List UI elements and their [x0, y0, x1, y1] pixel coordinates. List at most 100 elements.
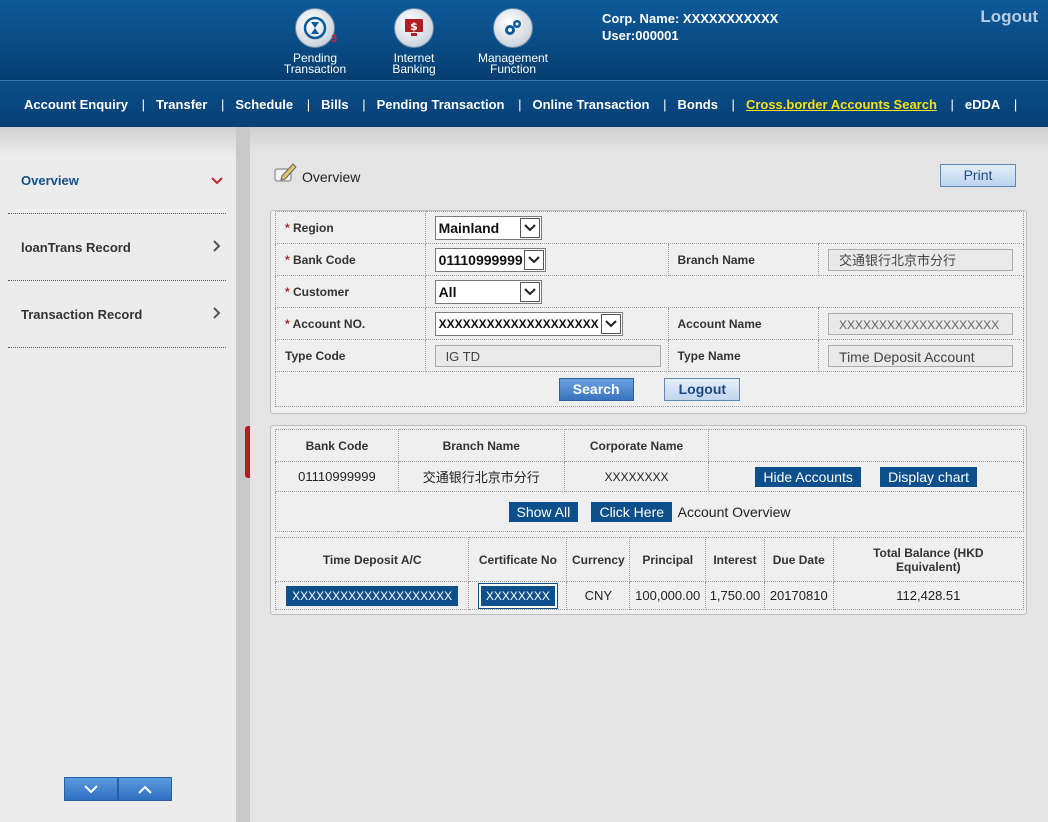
table-row: XXXXXXXXXXXXXXXXXXXX XXXXXXXX CNY 100,00… — [274, 581, 1025, 610]
sidebar-item-overview[interactable]: Overview — [8, 147, 226, 214]
summary-header-corporate-name: Corporate Name — [563, 429, 710, 462]
svg-text:$: $ — [410, 20, 418, 33]
nav-edda[interactable]: eDDA — [951, 97, 1018, 112]
account-name-label: Account Name — [667, 307, 820, 340]
currency-cell: CNY — [566, 581, 631, 610]
header-certificate-no: Certificate No — [468, 537, 568, 582]
principal-cell: 100,000.00 — [629, 581, 707, 610]
main-nav: Account Enquiry Transfer Schedule Bills … — [0, 80, 1048, 127]
search-form-panel: * Region Mainland * Bank Code 0111099999… — [270, 210, 1027, 414]
chevron-down-icon — [208, 172, 226, 189]
sidebar-scroll-controls — [64, 777, 172, 801]
account-name-field: XXXXXXXXXXXXXXXXXXXX — [828, 312, 1014, 335]
internet-banking-button[interactable]: $ Internet Banking — [369, 8, 459, 75]
search-button[interactable]: Search — [558, 377, 634, 401]
header-total-balance: Total Balance (HKD Equivalent) — [832, 537, 1025, 582]
nav-schedule[interactable]: Schedule — [221, 97, 310, 112]
summary-header-bank-code: Bank Code — [275, 429, 399, 462]
account-no-value: XXXXXXXXXXXXXXXXXXXX — [438, 316, 599, 331]
search-form: * Region Mainland * Bank Code 0111099999… — [275, 211, 1025, 407]
click-here-button[interactable]: Click Here — [591, 501, 673, 522]
branch-name-field: 交通银行北京市分行 — [828, 248, 1014, 271]
sidebar: Overview loanTrans Record Transaction Re… — [0, 127, 236, 822]
pending-transaction-button[interactable]: 3 Pending Transaction — [270, 8, 360, 75]
nav-bills[interactable]: Bills — [307, 97, 366, 112]
type-name-field: Time Deposit Account — [828, 344, 1014, 367]
chevron-down-icon — [523, 249, 544, 270]
pencil-note-icon — [274, 163, 297, 182]
scroll-up-button[interactable] — [118, 777, 172, 801]
interest-cell: 1,750.00 — [705, 581, 765, 610]
top-header: 3 Pending Transaction $ Internet Banking M… — [0, 0, 1048, 80]
header-logout-link[interactable]: Logout — [980, 7, 1038, 27]
page-title: Overview — [302, 169, 361, 185]
internet-label-2: Banking — [392, 62, 436, 76]
hourglass-icon — [295, 8, 335, 48]
nav-account-enquiry[interactable]: Account Enquiry — [10, 97, 145, 112]
user-info: Corp. Name: XXXXXXXXXXX User:000001 — [602, 10, 778, 44]
deposit-ac-cell: XXXXXXXXXXXXXXXXXXXX — [274, 581, 470, 610]
time-deposit-ac-link[interactable]: XXXXXXXXXXXXXXXXXXXX — [286, 585, 459, 606]
main-content: Overview Print * Region Mainland * Bank … — [250, 127, 1048, 822]
customer-value: All — [438, 283, 457, 300]
header-due-date: Due Date — [763, 537, 834, 582]
corp-name: Corp. Name: XXXXXXXXXXX — [602, 11, 779, 26]
pending-label-2: Transaction — [283, 62, 347, 76]
sidebar-item-label: Transaction Record — [21, 306, 143, 322]
scroll-down-button[interactable] — [64, 777, 118, 801]
overview-row: Show All Click Here Account Overview — [275, 491, 1024, 532]
account-no-select[interactable]: XXXXXXXXXXXXXXXXXXXX — [434, 311, 623, 336]
chevron-down-icon — [600, 313, 621, 334]
customer-select[interactable]: All — [434, 279, 542, 304]
sidebar-item-label: Overview — [21, 172, 79, 188]
summary-bank-code: 01110999999 — [275, 461, 399, 492]
summary-actions: Hide Accounts Display chart — [708, 461, 1024, 492]
due-date-cell: 20170810 — [763, 581, 834, 610]
sidebar-item-label: loanTrans Record — [21, 239, 131, 255]
results-panel: Bank Code Branch Name Corporate Name 011… — [270, 425, 1027, 615]
management-function-button[interactable]: Management Function — [468, 8, 558, 75]
chevron-down-icon — [519, 217, 540, 238]
chevron-right-icon — [208, 306, 226, 323]
chevron-down-icon — [84, 784, 98, 793]
certificate-no-link[interactable]: XXXXXXXX — [478, 583, 557, 608]
bank-code-value: 01110999999 — [438, 251, 523, 268]
account-no-label: * Account NO. — [275, 307, 426, 340]
show-all-button[interactable]: Show All — [508, 501, 579, 522]
user-id: User:000001 — [602, 28, 679, 43]
certificate-cell: XXXXXXXX — [468, 581, 568, 610]
summary-table: Bank Code Branch Name Corporate Name 011… — [275, 429, 1024, 532]
summary-header-empty — [708, 429, 1024, 462]
nav-transfer[interactable]: Transfer — [142, 97, 225, 112]
total-balance-cell: 112,428.51 — [832, 581, 1025, 610]
display-chart-button[interactable]: Display chart — [880, 466, 978, 487]
type-name-label: Type Name — [667, 339, 820, 372]
table-row: 01110999999 交通银行北京市分行 XXXXXXXX Hide Acco… — [275, 461, 1024, 492]
gears-icon — [493, 8, 533, 48]
type-code-field: IG TD — [434, 344, 661, 367]
print-button[interactable]: Print — [940, 164, 1016, 187]
bank-code-select[interactable]: 01110999999 — [434, 247, 546, 272]
summary-branch-name: 交通银行北京市分行 — [397, 461, 565, 492]
pending-count-badge: 3 — [331, 33, 338, 45]
page-header: Overview — [272, 161, 360, 185]
summary-corporate-name: XXXXXXXX — [563, 461, 710, 492]
region-select[interactable]: Mainland — [434, 215, 542, 240]
header-time-deposit-ac: Time Deposit A/C — [274, 537, 470, 582]
chevron-down-icon — [519, 281, 540, 302]
customer-label: * Customer — [275, 275, 426, 308]
management-label-2: Function — [489, 62, 537, 76]
form-logout-button[interactable]: Logout — [664, 377, 741, 401]
nav-bonds[interactable]: Bonds — [663, 97, 735, 112]
nav-online-transaction[interactable]: Online Transaction — [518, 97, 666, 112]
sidebar-item-loantrans-record[interactable]: loanTrans Record — [8, 214, 226, 281]
bank-code-label: * Bank Code — [275, 243, 426, 276]
chevron-right-icon — [208, 239, 226, 256]
nav-pending-transaction[interactable]: Pending Transaction — [363, 97, 522, 112]
nav-cross-border-accounts-search[interactable]: Cross.border Accounts Search — [732, 97, 954, 112]
hide-accounts-button[interactable]: Hide Accounts — [755, 466, 861, 487]
deposits-table: Time Deposit A/C Certificate No Currency… — [274, 537, 1025, 610]
sidebar-item-transaction-record[interactable]: Transaction Record — [8, 281, 226, 348]
region-value: Mainland — [438, 219, 500, 236]
chevron-up-icon — [138, 785, 152, 794]
